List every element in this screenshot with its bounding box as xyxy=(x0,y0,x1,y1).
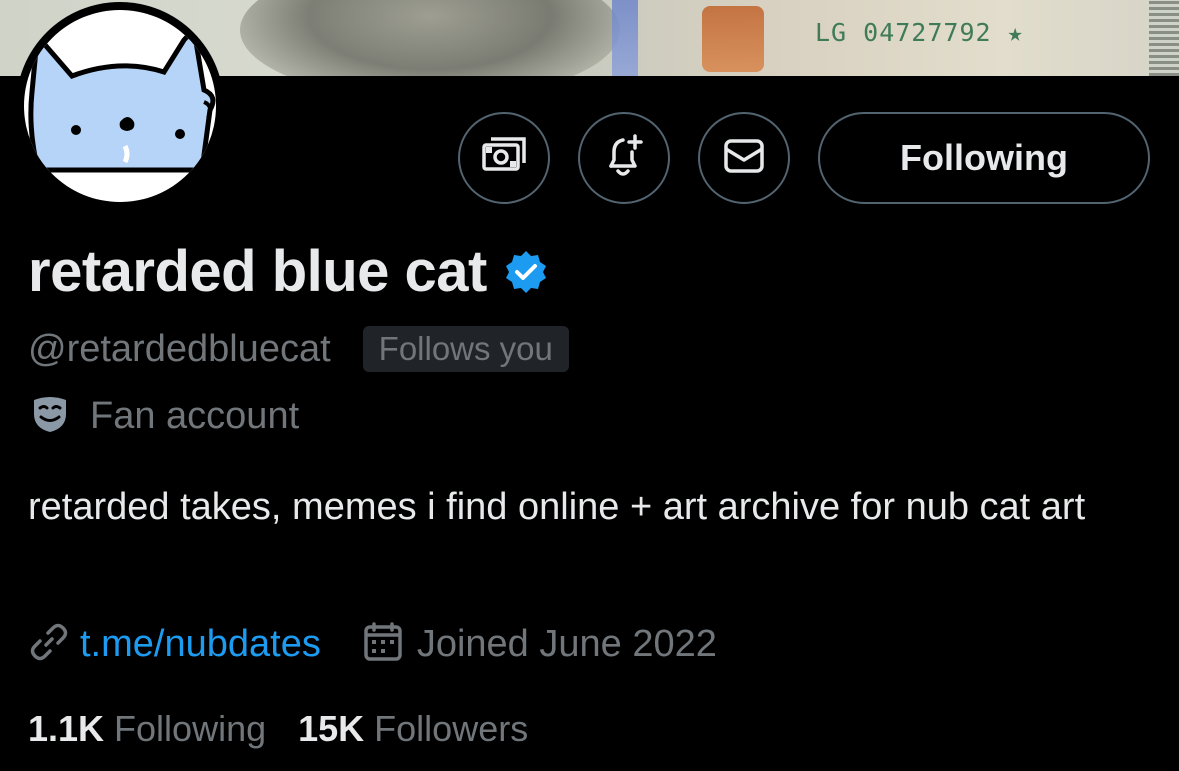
follows-you-badge: Follows you xyxy=(362,326,569,372)
profile-meta: t.me/nubdates Joined June 2022 xyxy=(30,622,717,667)
calendar-icon xyxy=(363,622,403,667)
banner-border xyxy=(1149,0,1179,76)
category-label: Fan account xyxy=(90,395,300,437)
banner-seal xyxy=(702,6,764,72)
avatar-image xyxy=(24,10,216,202)
bell-plus-icon xyxy=(603,133,645,183)
banner-security-stripe xyxy=(612,0,638,76)
followers-label: Followers xyxy=(374,708,529,749)
banner-portrait xyxy=(240,0,620,76)
username-handle: @retardedbluecat xyxy=(28,327,331,370)
following-count: 1.1K xyxy=(28,708,105,749)
followers-count: 15K xyxy=(298,708,365,749)
tip-button[interactable] xyxy=(458,112,550,204)
display-name: retarded blue cat xyxy=(28,239,487,304)
profile-category: Fan account xyxy=(30,394,299,439)
following-button[interactable]: Following xyxy=(818,112,1150,204)
handle-row: @retardedbluecat Follows you xyxy=(28,326,569,372)
following-label: Following xyxy=(114,708,267,749)
notify-button[interactable] xyxy=(578,112,670,204)
profile-bio: retarded takes, memes i find online + ar… xyxy=(28,486,1086,528)
link-icon xyxy=(30,623,68,666)
joined-date: Joined June 2022 xyxy=(416,623,717,665)
profile-stats: 1.1K Following 15K Followers xyxy=(28,708,528,750)
banner-serial: LG 04727792 ★ xyxy=(815,18,1024,47)
avatar[interactable] xyxy=(16,2,224,210)
envelope-icon xyxy=(723,138,765,179)
profile-name-row: retarded blue cat xyxy=(28,238,549,305)
profile-link[interactable]: t.me/nubdates xyxy=(80,623,321,666)
message-button[interactable] xyxy=(698,112,790,204)
following-stat[interactable]: 1.1K Following xyxy=(28,708,266,750)
theater-mask-icon xyxy=(30,394,70,439)
followers-stat[interactable]: 15K Followers xyxy=(298,708,528,750)
verified-badge-icon[interactable] xyxy=(503,249,549,295)
money-icon xyxy=(482,136,526,180)
